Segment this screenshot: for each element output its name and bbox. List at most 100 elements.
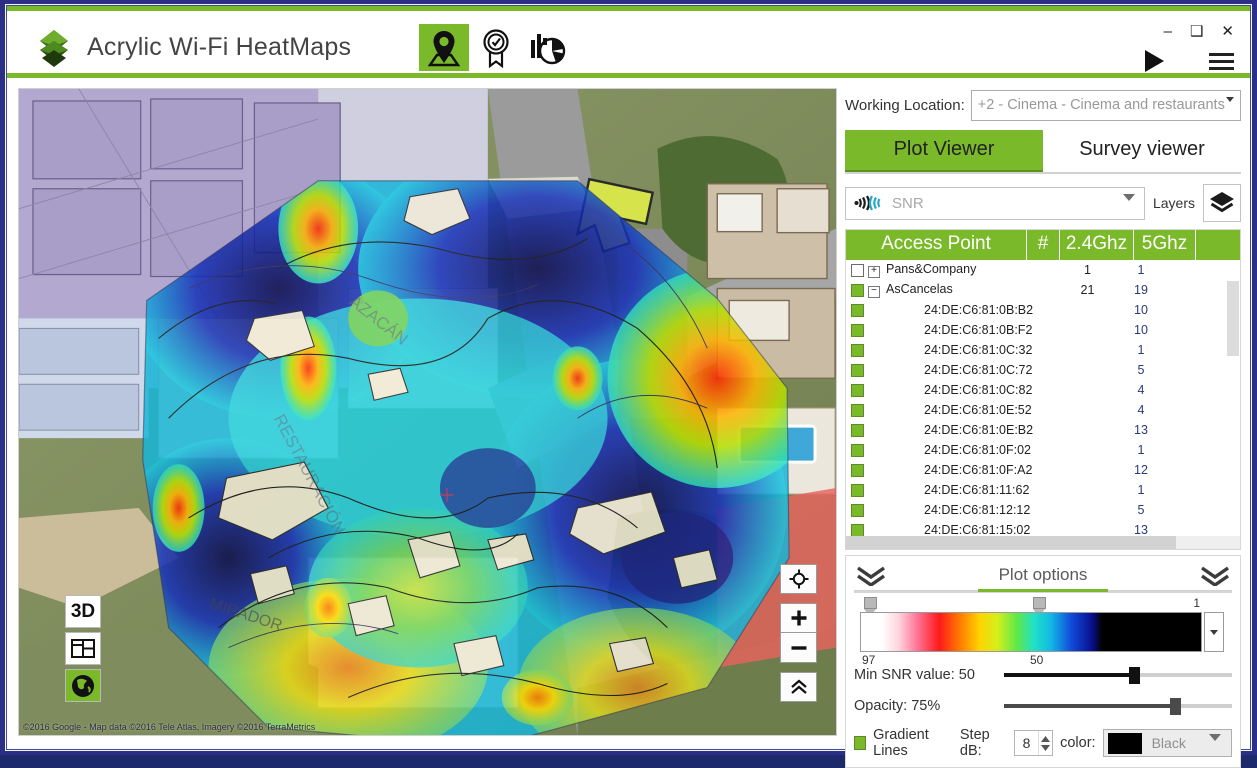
map-viewport[interactable]: AZACÁN RESTAURACIÓN MIRADOR ©2016 Google… [18, 88, 837, 736]
col-count[interactable]: # [1027, 230, 1060, 260]
step-db-label: Step dB: [959, 727, 990, 759]
table-body[interactable]: + Pans&Company 1 1 − AsCancelas 21 19 24:DE:C6:8… [846, 260, 1240, 536]
table-row[interactable]: 24:DE:C6:81:0C:82 4 [846, 380, 1240, 400]
row-checkbox[interactable] [850, 283, 864, 297]
row-checkbox[interactable] [850, 343, 864, 357]
zoom-in-button[interactable] [780, 603, 817, 633]
table-row[interactable]: 24:DE:C6:81:15:02 13 [846, 520, 1240, 536]
row-checkbox[interactable] [850, 523, 864, 536]
col-access-point[interactable]: Access Point [846, 230, 1027, 260]
table-vertical-scrollbar[interactable] [1227, 261, 1239, 535]
row-label: 24:DE:C6:81:15:02 [924, 523, 1031, 536]
min-snr-label: Min SNR value: 50 [854, 666, 975, 683]
3d-view-button[interactable]: 3D [65, 595, 101, 628]
row-label: 24:DE:C6:81:11:62 [924, 483, 1030, 497]
table-row[interactable]: + Pans&Company 1 1 [846, 260, 1240, 280]
title-bar: Acrylic Wi-Fi HeatMaps – ❑ ✕ [7, 6, 1250, 78]
row-g24-cell: 1 [1137, 483, 1145, 497]
working-location-select[interactable]: +2 - Cinema - Cinema and restaurants [970, 89, 1241, 121]
opacity-slider[interactable] [1004, 697, 1232, 715]
window-controls: – ❑ ✕ [1164, 24, 1234, 39]
caret-up-icon[interactable] [1041, 735, 1051, 742]
mode-tab-location[interactable] [419, 24, 469, 71]
minimize-button[interactable]: – [1164, 24, 1172, 39]
hamburger-menu-icon[interactable] [1209, 52, 1234, 70]
mode-tab-reports[interactable] [523, 24, 573, 71]
row-checkbox[interactable] [850, 363, 864, 377]
row-checkbox[interactable] [850, 303, 864, 317]
row-g24-cell: 4 [1137, 403, 1145, 417]
floorplan-icon [71, 639, 95, 658]
row-label: AsCancelas [886, 282, 953, 296]
row-checkbox-cell [846, 263, 868, 277]
row-checkbox[interactable] [850, 503, 864, 517]
scrollbar-thumb[interactable] [1227, 281, 1239, 356]
locate-button[interactable] [780, 564, 817, 594]
collapse-panel-button[interactable] [780, 672, 817, 702]
gradient-scale: 97 50 1 [854, 596, 1232, 667]
row-checkbox[interactable] [850, 463, 864, 477]
table-header: Access Point # 2.4Ghz 5Ghz [846, 230, 1240, 260]
table-row[interactable]: 24:DE:C6:81:12:12 5 [846, 500, 1240, 520]
step-db-stepper[interactable]: 8 [1013, 730, 1054, 756]
ribbon-check-icon [483, 28, 509, 68]
collapse-icon[interactable]: − [868, 286, 880, 298]
layers-button[interactable] [1203, 184, 1241, 222]
expand-icon[interactable]: + [868, 266, 880, 278]
app-title: Acrylic Wi-Fi HeatMaps [87, 33, 352, 61]
color-swatch [1107, 732, 1142, 754]
tab-plot-viewer[interactable]: Plot Viewer [845, 130, 1043, 172]
application-window: Acrylic Wi-Fi HeatMaps – ❑ ✕ AZACÁN REST… [6, 5, 1251, 768]
close-button[interactable]: ✕ [1221, 24, 1234, 39]
col-5ghz[interactable]: 5Ghz [1134, 230, 1196, 260]
row-name-cell: 24:DE:C6:81:0B:F2 [868, 323, 1071, 337]
table-row[interactable]: 24:DE:C6:81:0C:72 5 [846, 360, 1240, 380]
row-label: 24:DE:C6:81:0C:82 [924, 383, 1033, 397]
row-checkbox[interactable] [850, 323, 864, 337]
col-2-4ghz[interactable]: 2.4Ghz [1060, 230, 1134, 260]
maximize-button[interactable]: ❑ [1190, 24, 1203, 39]
table-row[interactable]: 24:DE:C6:81:0C:32 1 [846, 340, 1240, 360]
row-label: 24:DE:C6:81:0B:B2 [924, 303, 1034, 317]
tab-survey-viewer[interactable]: Survey viewer [1043, 130, 1241, 172]
scrollbar-thumb-h[interactable] [846, 536, 1176, 549]
chevron-down-icon [1122, 193, 1135, 219]
zoom-out-button[interactable] [780, 633, 817, 663]
caret-down-icon[interactable] [1041, 744, 1051, 751]
table-row[interactable]: − AsCancelas 21 19 [846, 280, 1240, 300]
row-checkbox[interactable] [850, 383, 864, 397]
floorplan-button[interactable] [65, 632, 101, 665]
chevron-down-icon [1226, 96, 1234, 118]
gradient-bar[interactable] [860, 612, 1202, 652]
row-checkbox[interactable] [850, 423, 864, 437]
table-row[interactable]: 24:DE:C6:81:0F:A2 12 [846, 460, 1240, 480]
chevron-double-down-right-icon[interactable] [1198, 564, 1232, 586]
row-name-cell: 24:DE:C6:81:0F:02 [868, 443, 1071, 457]
chevron-double-down-left-icon[interactable] [854, 564, 888, 586]
row-label: 24:DE:C6:81:12:12 [924, 503, 1031, 517]
min-snr-slider[interactable] [1004, 666, 1232, 684]
row-checkbox-cell [846, 283, 868, 297]
mode-tab-group [419, 24, 573, 71]
play-icon[interactable] [1143, 49, 1165, 73]
table-row[interactable]: 24:DE:C6:81:0F:02 1 [846, 440, 1240, 460]
table-row[interactable]: 24:DE:C6:81:11:62 1 [846, 480, 1240, 500]
gradient-preset-dropdown[interactable] [1204, 612, 1224, 652]
gradient-lines-checkbox[interactable] [854, 736, 867, 750]
row-checkbox[interactable] [850, 443, 864, 457]
table-row[interactable]: 24:DE:C6:81:0E:52 4 [846, 400, 1240, 420]
table-horizontal-scrollbar[interactable] [846, 536, 1240, 549]
table-row[interactable]: 24:DE:C6:81:0B:B2 10 [846, 300, 1240, 320]
row-g24-cell: 13 [1134, 423, 1148, 437]
row-checkbox[interactable] [850, 483, 864, 497]
row-checkbox[interactable] [850, 263, 864, 277]
metric-select[interactable]: SNR [845, 186, 1145, 220]
line-color-select[interactable]: Black [1102, 729, 1233, 757]
table-row[interactable]: 24:DE:C6:81:0E:B2 13 [846, 420, 1240, 440]
mode-tab-certification[interactable] [471, 24, 521, 71]
table-row[interactable]: 24:DE:C6:81:0B:F2 10 [846, 320, 1240, 340]
right-panel: Working Location: +2 - Cinema - Cinema a… [845, 88, 1241, 768]
row-checkbox-cell [846, 303, 868, 317]
satellite-globe-button[interactable] [65, 669, 101, 702]
row-checkbox[interactable] [850, 403, 864, 417]
